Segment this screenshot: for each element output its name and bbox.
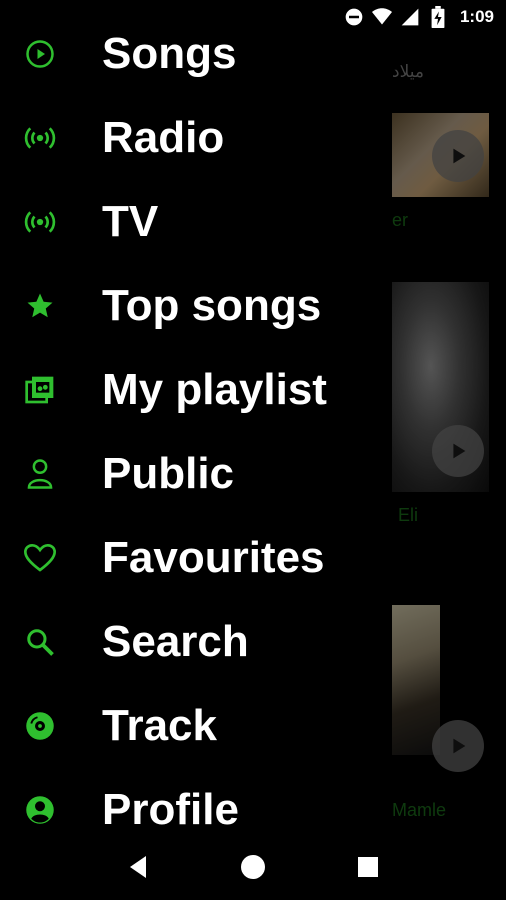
drawer-item-label: Public	[102, 449, 235, 498]
system-navigation-bar	[0, 834, 506, 900]
drawer-item-label: Track	[102, 701, 217, 750]
do-not-disturb-icon	[344, 7, 364, 27]
app-screen: میلاد er Eli Mamle 1:09 Songs Radio TV T…	[0, 0, 506, 900]
battery-charging-icon	[428, 6, 448, 28]
heart-outline-icon	[0, 516, 80, 600]
playlist-library-icon	[0, 348, 80, 432]
drawer-item-label: Radio	[102, 113, 225, 162]
drawer-item-label: TV	[102, 197, 159, 246]
drawer-item-label: Songs	[102, 29, 237, 78]
home-icon[interactable]	[233, 847, 273, 887]
back-icon[interactable]	[118, 847, 158, 887]
navigation-drawer: Songs Radio TV Top songs My playlist Pub…	[0, 0, 392, 900]
drawer-item-label: Favourites	[102, 533, 325, 582]
drawer-item-track[interactable]: Track	[0, 684, 392, 768]
person-outline-icon	[0, 432, 80, 516]
drawer-item-label: Top songs	[102, 281, 322, 330]
status-bar: 1:09	[0, 0, 506, 34]
drawer-item-public[interactable]: Public	[0, 432, 392, 516]
drawer-item-search[interactable]: Search	[0, 600, 392, 684]
drawer-item-tv[interactable]: TV	[0, 180, 392, 264]
drawer-item-label: My playlist	[102, 365, 327, 414]
star-icon	[0, 264, 80, 348]
drawer-item-top-songs[interactable]: Top songs	[0, 264, 392, 348]
drawer-item-label: Search	[102, 617, 249, 666]
drawer-item-radio[interactable]: Radio	[0, 96, 392, 180]
search-icon	[0, 600, 80, 684]
status-time: 1:09	[459, 7, 494, 26]
drawer-item-label: Profile	[102, 785, 239, 834]
cellular-signal-icon	[400, 7, 420, 27]
tv-broadcast-icon	[0, 180, 80, 264]
drawer-item-favourites[interactable]: Favourites	[0, 516, 392, 600]
radio-broadcast-icon	[0, 96, 80, 180]
drawer-item-my-playlist[interactable]: My playlist	[0, 348, 392, 432]
disc-icon	[0, 684, 80, 768]
wifi-icon	[371, 7, 392, 27]
recents-icon[interactable]	[348, 847, 388, 887]
